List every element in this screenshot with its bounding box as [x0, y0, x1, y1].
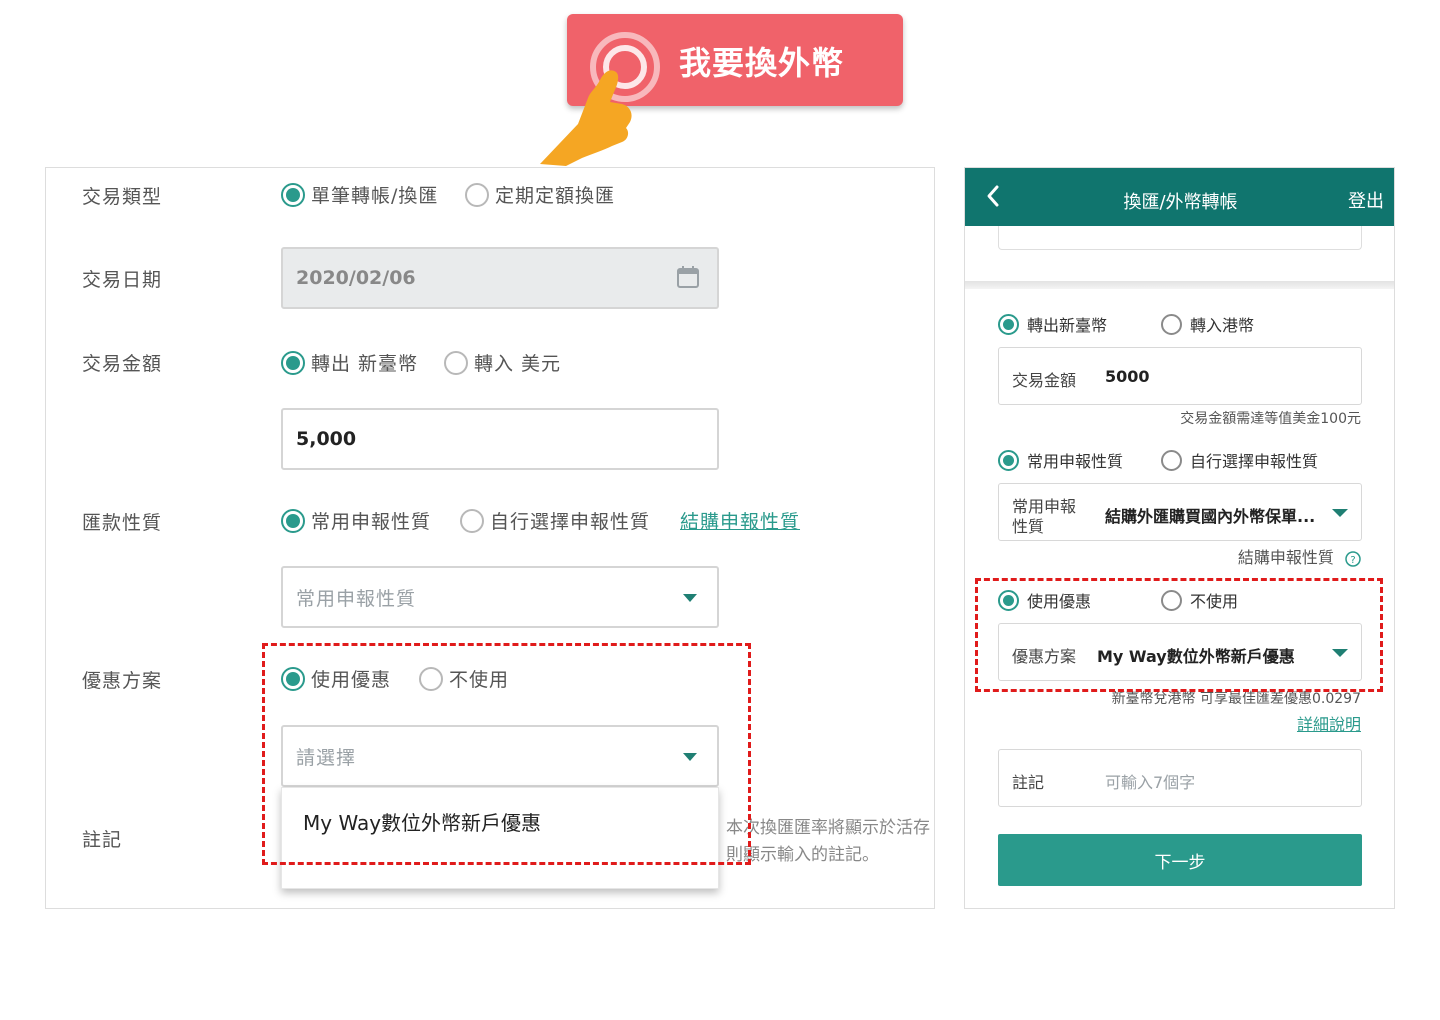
promotion-label: 優惠方案 — [82, 670, 163, 692]
mobile-memo-input[interactable]: 註記 可輸入7個字 — [998, 749, 1362, 807]
radio-label: 常用申報性質 — [1027, 452, 1124, 471]
radio-periodic-exchange[interactable]: 定期定額換匯 — [465, 181, 615, 208]
transaction-date-value: 2020/02/06 — [296, 267, 416, 289]
amount-field-value: 5000 — [1105, 367, 1150, 386]
amount-field-label: 交易金額 — [1012, 371, 1077, 390]
radio-checked-icon — [998, 313, 1019, 335]
logout-button[interactable]: 登出 — [1348, 187, 1384, 213]
radio-unchecked-icon — [465, 182, 489, 207]
mobile-amount-input[interactable]: 交易金額 5000 — [998, 347, 1362, 405]
radio-label: 定期定額換匯 — [495, 185, 616, 207]
nature-field-label-line2: 性質 — [1012, 517, 1045, 536]
nature-field-value: 結購外匯購買國內外幣保單... — [1105, 507, 1316, 526]
help-circle-icon: ? — [1345, 550, 1361, 567]
radio-common-nature-mobile[interactable]: 常用申報性質 — [998, 448, 1123, 472]
radio-label: 自行選擇申報性質 — [490, 511, 651, 533]
amount-hint: 交易金額需達等值美金100元 — [1180, 411, 1361, 427]
select-placeholder: 常用申報性質 — [296, 587, 417, 610]
highlight-box-mobile — [975, 578, 1383, 692]
radio-label: 自行選擇申報性質 — [1190, 452, 1319, 471]
details-link[interactable]: 詳細說明 — [1297, 711, 1361, 735]
mobile-exchange-form: 換匯/外幣轉帳 登出 轉出新臺幣 轉入港幣 交易金額 5000 交易金額需達等值… — [964, 167, 1395, 909]
remittance-nature-label: 匯款性質 — [82, 512, 163, 534]
radio-unchecked-icon — [444, 350, 468, 375]
radio-checked-icon — [998, 449, 1019, 471]
memo-placeholder: 可輸入7個字 — [1105, 773, 1196, 792]
radio-transfer-in-usd[interactable]: 轉入 美元 — [444, 349, 561, 376]
radio-unchecked-icon — [460, 508, 484, 533]
radio-in-hkd[interactable]: 轉入港幣 — [1161, 312, 1254, 336]
memo-field-label: 註記 — [1012, 773, 1045, 792]
radio-common-nature[interactable]: 常用申報性質 — [281, 507, 431, 534]
purchase-nature-link[interactable]: 結購申報性質 — [680, 507, 800, 534]
transaction-date-field: 2020/02/06 — [281, 247, 719, 309]
mobile-page-title: 換匯/外幣轉帳 — [1123, 192, 1238, 213]
svg-text:?: ? — [1350, 555, 1355, 566]
radio-unchecked-icon — [1161, 313, 1182, 335]
chevron-down-icon — [1332, 509, 1348, 517]
radio-transfer-out-twd[interactable]: 轉出 新臺幣 — [281, 349, 418, 376]
radio-out-twd[interactable]: 轉出新臺幣 — [998, 312, 1107, 336]
radio-label: 轉入港幣 — [1190, 316, 1255, 335]
purchase-nature-link-mobile: 結購申報性質 — [1237, 548, 1334, 567]
section-divider — [965, 281, 1394, 289]
radio-label: 常用申報性質 — [311, 511, 432, 533]
mobile-nature-select[interactable]: 常用申報 性質 結購外匯購買國內外幣保單... — [998, 483, 1362, 541]
radio-single-transfer[interactable]: 單筆轉帳/換匯 — [281, 181, 438, 208]
calendar-icon — [677, 266, 699, 288]
purchase-nature-help[interactable]: 結購申報性質 ? — [1238, 544, 1361, 568]
transaction-amount-label: 交易金額 — [82, 353, 163, 375]
mobile-header: 換匯/外幣轉帳 登出 — [965, 168, 1394, 226]
radio-custom-nature[interactable]: 自行選擇申報性質 — [460, 507, 650, 534]
highlight-box-desktop — [262, 643, 751, 865]
radio-custom-nature-mobile[interactable]: 自行選擇申報性質 — [1161, 448, 1318, 472]
pointing-hand-icon — [540, 70, 632, 166]
radio-checked-icon — [281, 350, 305, 375]
amount-input[interactable]: 5,000 — [281, 408, 719, 470]
callout-title: 我要換外幣 — [679, 44, 845, 82]
radio-unchecked-icon — [1161, 449, 1182, 471]
transaction-date-label: 交易日期 — [82, 269, 163, 291]
radio-label: 轉出 新臺幣 — [311, 353, 419, 375]
radio-label: 轉出新臺幣 — [1027, 316, 1108, 335]
radio-label: 單筆轉帳/換匯 — [311, 185, 439, 207]
radio-checked-icon — [281, 182, 305, 207]
radio-checked-icon — [281, 508, 305, 533]
transaction-type-label: 交易類型 — [82, 186, 163, 208]
memo-note-line1: 本次換匯匯率將顯示於活存 — [726, 818, 930, 838]
memo-label: 註記 — [82, 829, 123, 851]
amount-value: 5,000 — [296, 428, 357, 450]
radio-label: 轉入 美元 — [474, 353, 562, 375]
chevron-down-icon — [683, 594, 697, 602]
remittance-nature-select[interactable]: 常用申報性質 — [281, 566, 719, 628]
next-button[interactable]: 下一步 — [998, 834, 1362, 886]
